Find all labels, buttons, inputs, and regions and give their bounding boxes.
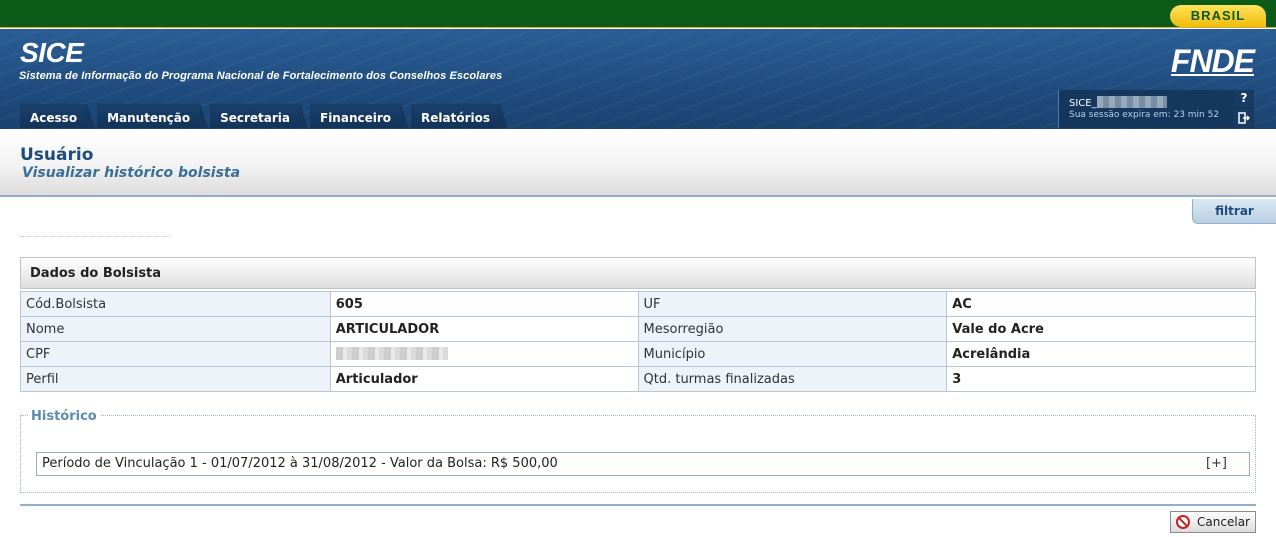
page-subtitle: Visualizar histórico bolsista xyxy=(22,165,241,181)
page-title-area: Usuário Visualizar histórico bolsista xyxy=(0,129,1276,197)
menu-item-secretaria[interactable]: Secretaria xyxy=(210,104,308,128)
menu-item-relatorios[interactable]: Relatórios xyxy=(411,104,509,128)
app-subtitle: Sistema de Informação do Programa Nacion… xyxy=(19,70,503,82)
redacted-username xyxy=(1096,96,1167,108)
main-menu: Acesso Manutenção Secretaria Financeiro … xyxy=(20,104,509,128)
divider xyxy=(20,236,170,237)
session-user: SICE_ xyxy=(1069,96,1167,109)
label-perfil: Perfil xyxy=(20,366,331,392)
app-header: SICE Sistema de Informação do Programa N… xyxy=(0,29,1276,129)
label-municipio: Município xyxy=(637,341,948,367)
logout-glyph xyxy=(1238,112,1251,124)
label-uf: UF xyxy=(637,291,948,317)
menu-item-manutencao[interactable]: Manutenção xyxy=(97,104,209,128)
value-cpf xyxy=(329,341,639,367)
label-cod-bolsista: Cód.Bolsista xyxy=(20,291,331,317)
gov-top-bar: BRASIL xyxy=(0,0,1276,28)
app-title: SICE xyxy=(20,37,84,68)
label-nome: Nome xyxy=(20,316,331,342)
historico-period-row[interactable]: Período de Vinculação 1 - 01/07/2012 à 3… xyxy=(36,452,1250,476)
session-expire-text: Sua sessão expira em: 23 min 52 xyxy=(1069,110,1220,120)
value-mesorregiao: Vale do Acre xyxy=(946,316,1256,342)
session-box: SICE_ Sua sessão expira em: 23 min 52 xyxy=(1058,90,1254,128)
bolsista-table: Cód.Bolsista 605 UF AC Nome ARTICULADOR … xyxy=(20,291,1256,392)
expand-toggle[interactable]: [+] xyxy=(1206,453,1227,475)
value-cod-bolsista: 605 xyxy=(329,291,639,317)
cancel-icon xyxy=(1176,515,1190,529)
filter-button[interactable]: filtrar xyxy=(1192,199,1276,224)
cancel-button[interactable]: Cancelar xyxy=(1170,511,1256,533)
menu-item-acesso[interactable]: Acesso xyxy=(20,104,96,128)
page-title: Usuário xyxy=(20,145,94,165)
redacted-cpf xyxy=(335,346,448,360)
session-user-prefix: SICE_ xyxy=(1069,98,1097,109)
table-row: Cód.Bolsista 605 UF AC xyxy=(20,291,1256,317)
help-symbol: ? xyxy=(1240,91,1248,105)
label-qtd-turmas: Qtd. turmas finalizadas xyxy=(637,366,948,392)
table-row: Perfil Articulador Qtd. turmas finalizad… xyxy=(20,366,1256,392)
table-row: CPF Município Acrelândia xyxy=(20,341,1256,367)
divider xyxy=(20,504,1256,506)
value-nome: ARTICULADOR xyxy=(329,316,639,342)
section-title-dados-bolsista: Dados do Bolsista xyxy=(20,257,1256,289)
logout-icon[interactable] xyxy=(1234,110,1254,127)
period-text: Período de Vinculação 1 - 01/07/2012 à 3… xyxy=(42,456,558,471)
historico-legend: Histórico xyxy=(28,409,100,424)
fnde-logo: FNDE xyxy=(1170,43,1255,79)
brasil-logo[interactable]: BRASIL xyxy=(1170,5,1266,27)
label-mesorregiao: Mesorregião xyxy=(637,316,948,342)
table-row: Nome ARTICULADOR Mesorregião Vale do Acr… xyxy=(20,316,1256,342)
value-qtd-turmas: 3 xyxy=(946,366,1256,392)
value-uf: AC xyxy=(946,291,1256,317)
cancel-label: Cancelar xyxy=(1197,515,1250,529)
label-cpf: CPF xyxy=(20,341,331,367)
menu-item-financeiro[interactable]: Financeiro xyxy=(310,104,410,128)
help-icon[interactable]: ? xyxy=(1234,90,1254,107)
value-municipio: Acrelândia xyxy=(946,341,1256,367)
value-perfil: Articulador xyxy=(329,366,639,392)
